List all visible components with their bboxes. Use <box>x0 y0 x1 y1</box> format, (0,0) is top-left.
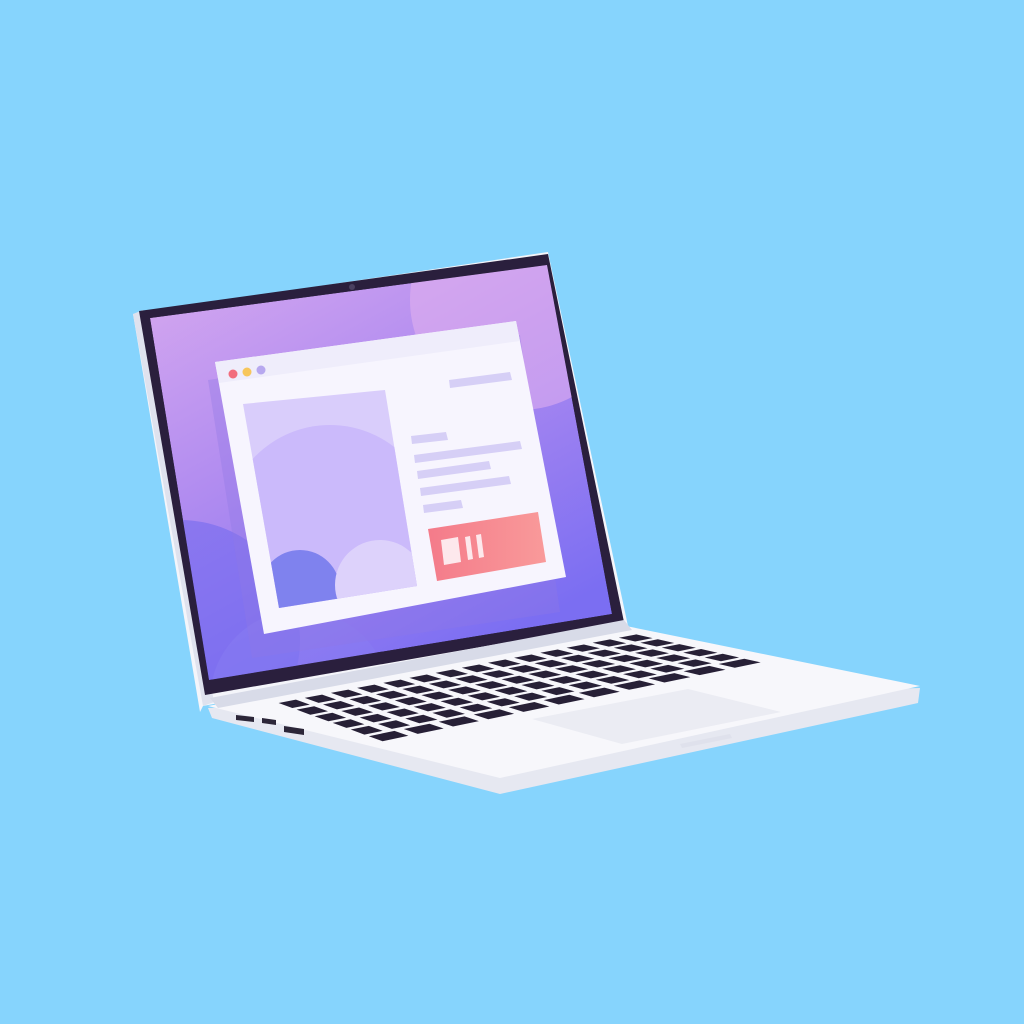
pause-square-icon <box>441 537 461 565</box>
close-dot-icon[interactable] <box>228 369 238 379</box>
expand-dot-icon[interactable] <box>256 365 266 375</box>
webcam-icon <box>349 284 355 290</box>
laptop-scene <box>0 0 1024 1024</box>
minimize-dot-icon[interactable] <box>242 367 252 377</box>
